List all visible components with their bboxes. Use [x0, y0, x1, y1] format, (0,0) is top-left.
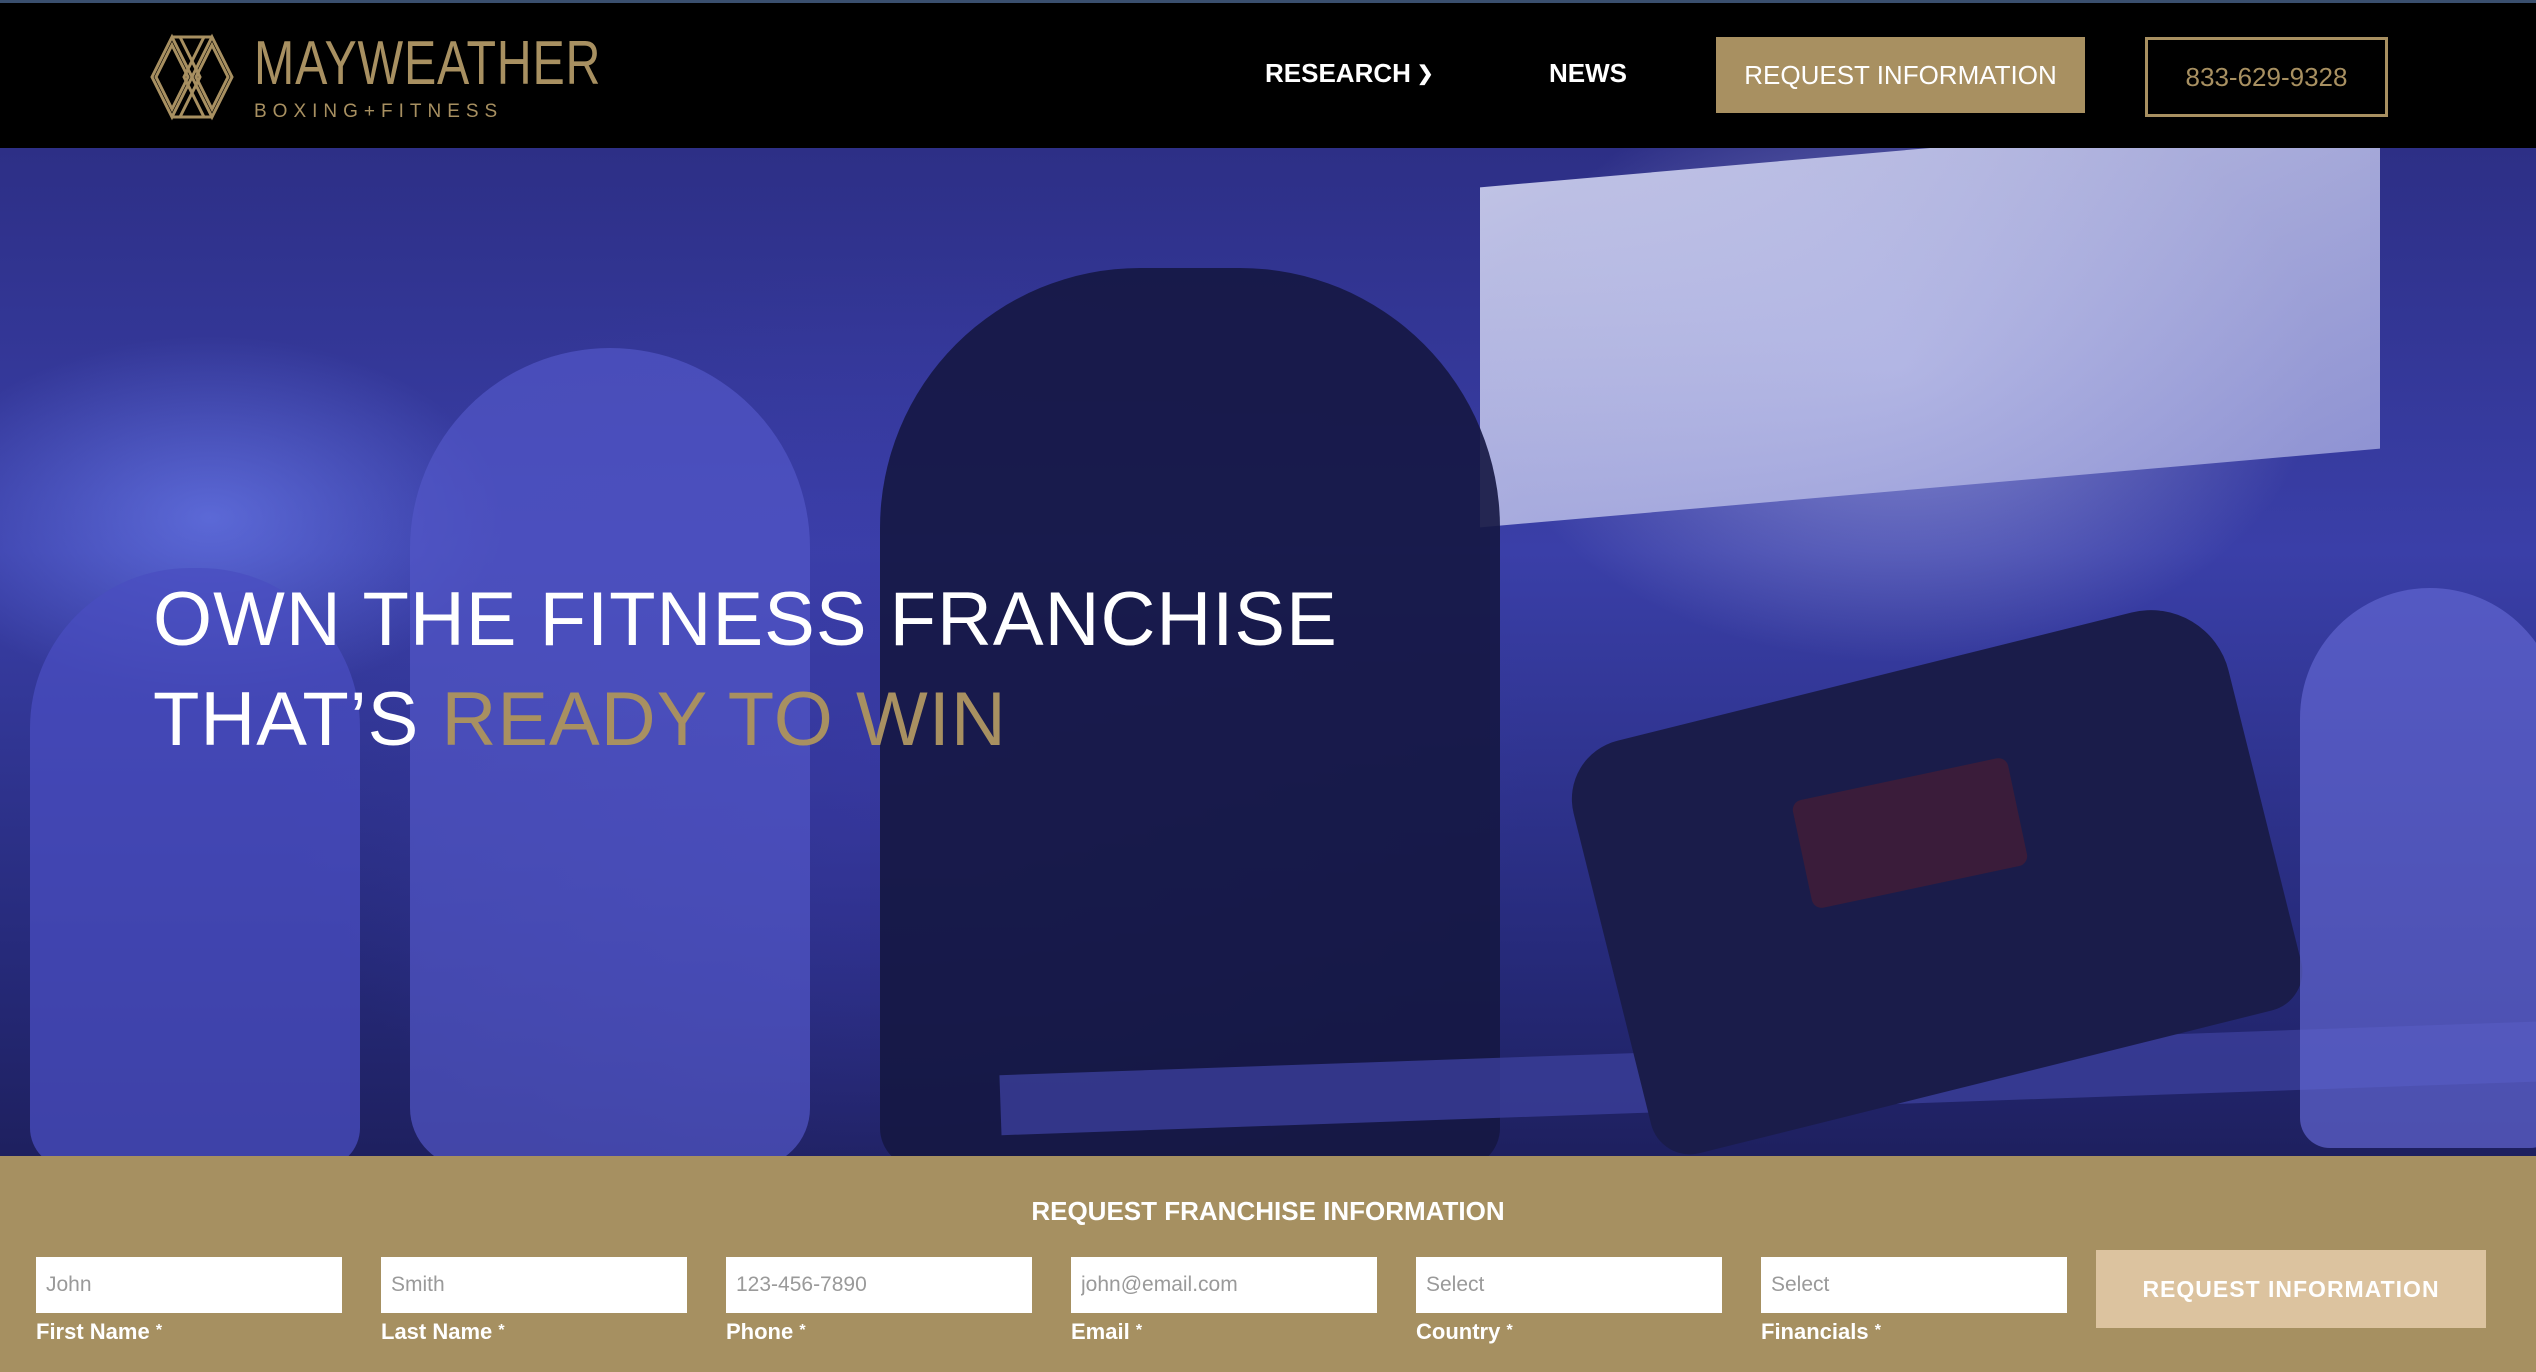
email-label-text: Email [1071, 1319, 1130, 1344]
phone-button[interactable]: 833-629-9328 [2145, 37, 2388, 117]
nav-research-label: RESEARCH [1265, 58, 1411, 88]
last-name-input[interactable] [381, 1257, 687, 1313]
brand-logo[interactable]: MAYWEATHER BOXING+FITNESS [150, 29, 600, 125]
form-title: REQUEST FRANCHISE INFORMATION [1031, 1196, 1505, 1226]
hero-headline-line1: OWN THE FITNESS FRANCHISE [153, 577, 1338, 662]
nav-research[interactable]: RESEARCH ❯ [1265, 58, 1434, 89]
hero-headline-prefix: THAT’S [153, 677, 442, 762]
financials-select[interactable] [1761, 1257, 2067, 1313]
last-name-label: Last Name * [381, 1319, 687, 1345]
chevron-down-icon: ❯ [1416, 63, 1434, 85]
hero-headline-accent: READY TO WIN [441, 677, 1007, 762]
email-field-group: Email * [1071, 1257, 1377, 1345]
submit-request-button[interactable]: REQUEST INFORMATION [2096, 1250, 2486, 1328]
required-marker: * [799, 1322, 806, 1339]
required-marker: * [1506, 1322, 1513, 1339]
phone-label-text: Phone [726, 1319, 794, 1344]
email-input[interactable] [1071, 1257, 1377, 1313]
hero-headline-line2: THAT’S READY TO WIN [153, 670, 1338, 770]
required-marker: * [155, 1322, 163, 1339]
site-header: MAYWEATHER BOXING+FITNESS RESEARCH ❯ NEWS… [0, 3, 2536, 148]
nav-news[interactable]: NEWS [1549, 58, 1627, 89]
hero-banner: OWN THE FITNESS FRANCHISE THAT’S READY T… [0, 148, 2536, 1156]
phone-label: Phone * [726, 1319, 1032, 1345]
last-name-field-group: Last Name * [381, 1257, 687, 1345]
country-label: Country * [1416, 1319, 1722, 1345]
hero-image-monitor [1480, 148, 2380, 528]
country-label-text: Country [1416, 1319, 1501, 1344]
email-label: Email * [1071, 1319, 1377, 1345]
country-select[interactable] [1416, 1257, 1722, 1313]
first-name-label: First Name * [36, 1319, 342, 1345]
brand-subtitle: BOXING+FITNESS [254, 101, 504, 122]
financials-field-group: Financials * [1761, 1257, 2067, 1345]
diamond-logo-icon [150, 33, 234, 121]
first-name-input[interactable] [36, 1257, 342, 1313]
request-information-button[interactable]: REQUEST INFORMATION [1716, 37, 2085, 113]
required-marker: * [498, 1322, 505, 1339]
first-name-label-text: First Name [36, 1319, 150, 1344]
brand-name: MAYWEATHER [254, 29, 602, 98]
first-name-field-group: First Name * [36, 1257, 342, 1345]
phone-field-group: Phone * [726, 1257, 1032, 1345]
hero-headline: OWN THE FITNESS FRANCHISE THAT’S READY T… [153, 570, 1338, 770]
phone-input[interactable] [726, 1257, 1032, 1313]
last-name-label-text: Last Name [381, 1319, 493, 1344]
financials-label-text: Financials [1761, 1319, 1869, 1344]
financials-label: Financials * [1761, 1319, 2067, 1345]
country-field-group: Country * [1416, 1257, 1722, 1345]
hero-image-runner-right [2300, 588, 2536, 1148]
franchise-request-form: REQUEST FRANCHISE INFORMATION First Name… [0, 1156, 2536, 1372]
required-marker: * [1135, 1322, 1143, 1339]
required-marker: * [1874, 1322, 1881, 1339]
